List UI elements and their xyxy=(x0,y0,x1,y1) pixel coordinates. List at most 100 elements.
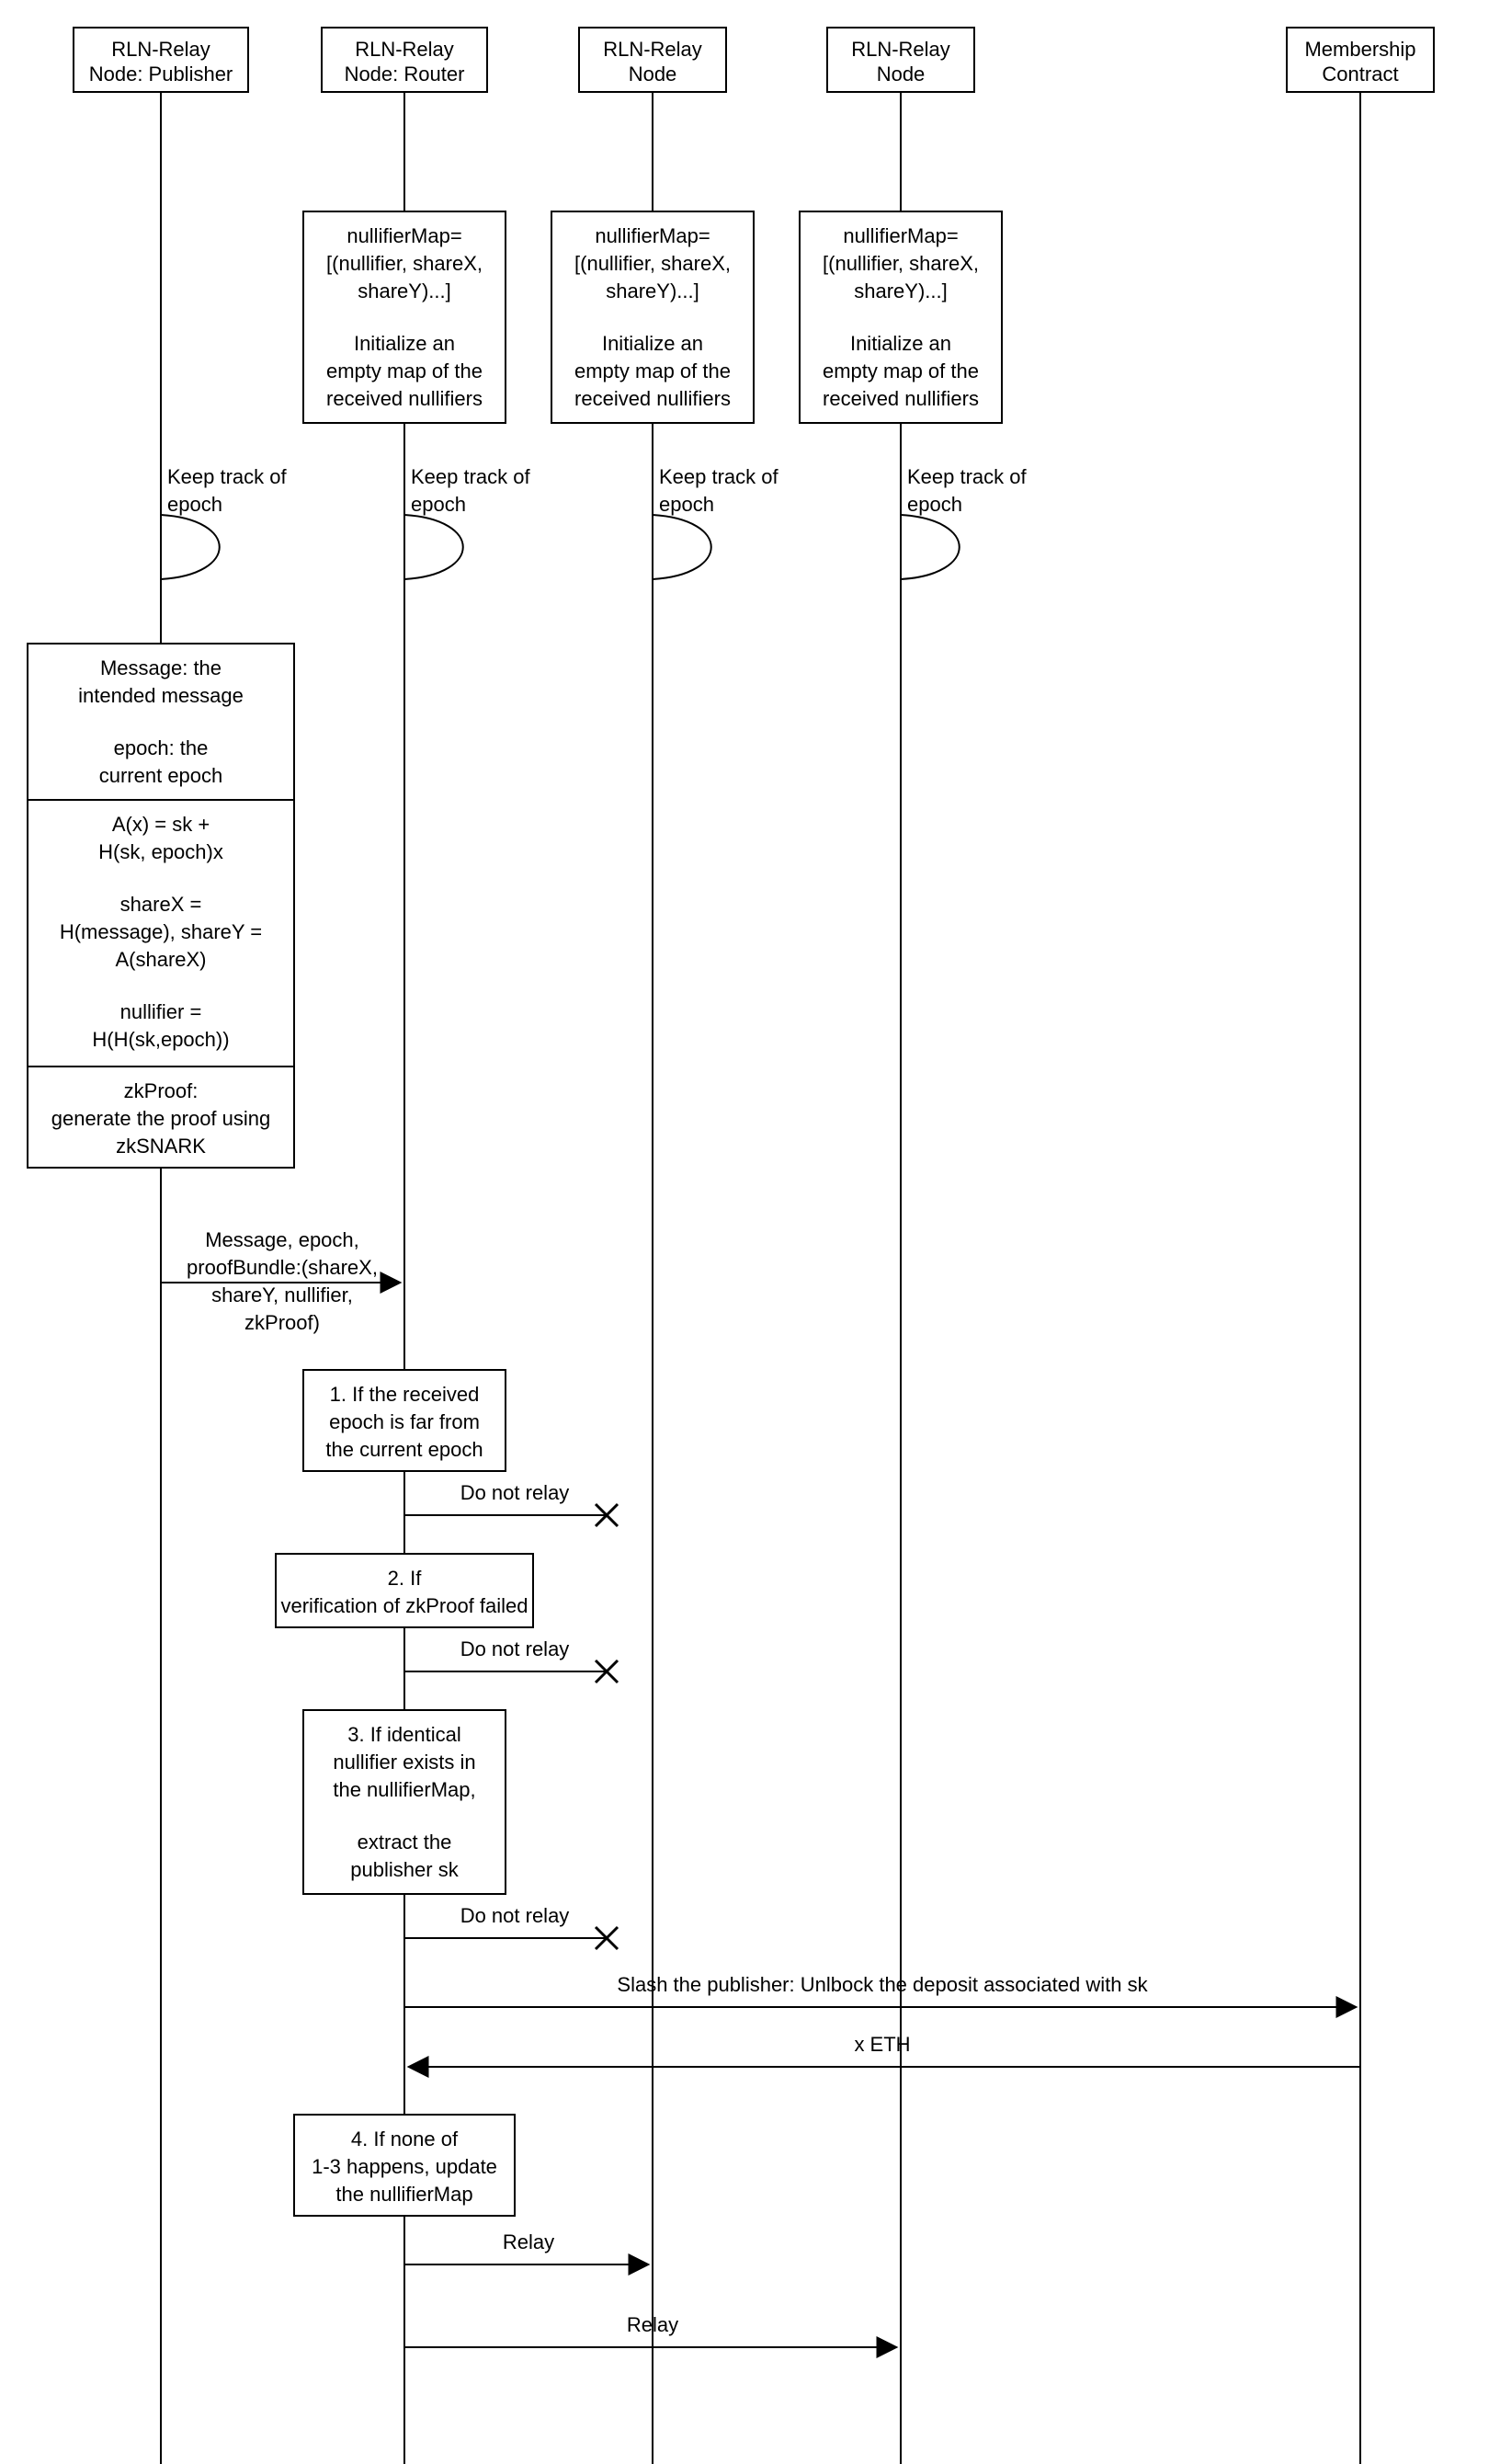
svg-text:extract the: extract the xyxy=(358,1831,452,1854)
actor-node3: RLN-Relay Node xyxy=(579,28,726,92)
svg-text:[(nullifier, shareX,: [(nullifier, shareX, xyxy=(823,252,979,275)
note-check1: 1. If the received epoch is far from the… xyxy=(303,1370,506,1471)
selfloop-publisher-epoch: Keep track of epoch xyxy=(161,465,288,625)
svg-text:1. If the received: 1. If the received xyxy=(330,1383,480,1406)
svg-text:the nullifierMap: the nullifierMap xyxy=(335,2183,472,2206)
note-initmap-router: nullifierMap= [(nullifier, shareX, share… xyxy=(303,211,506,423)
svg-text:epoch: epoch xyxy=(167,493,222,516)
svg-text:2. If: 2. If xyxy=(388,1567,423,1590)
actor-node4: RLN-Relay Node xyxy=(827,28,974,92)
svg-text:Initialize an: Initialize an xyxy=(850,332,951,355)
svg-text:Message: the: Message: the xyxy=(100,656,222,679)
note-check2: 2. If verification of zkProof failed xyxy=(276,1554,533,1627)
svg-text:Keep track of: Keep track of xyxy=(411,465,531,488)
svg-text:shareY)...]: shareY)...] xyxy=(606,279,699,302)
note-check3: 3. If identical nullifier exists in the … xyxy=(303,1710,506,1894)
svg-text:zkSNARK: zkSNARK xyxy=(116,1135,206,1158)
svg-text:Do not relay: Do not relay xyxy=(460,1904,570,1927)
actor-node4-l2: Node xyxy=(877,63,926,86)
msg-publisher-to-router: Message, epoch, proofBundle:(shareX, sha… xyxy=(161,1228,400,1334)
actor-router: RLN-Relay Node: Router xyxy=(322,28,487,92)
note-initmap-node4: nullifierMap= [(nullifier, shareX, share… xyxy=(800,211,1002,423)
svg-text:publisher sk: publisher sk xyxy=(350,1858,459,1881)
svg-text:the nullifierMap,: the nullifierMap, xyxy=(333,1778,475,1801)
svg-text:Relay: Relay xyxy=(627,2313,678,2336)
svg-text:4. If none of: 4. If none of xyxy=(351,2127,459,2150)
note-msg-epoch: Message: the intended message epoch: the… xyxy=(28,644,294,800)
svg-text:Initialize an: Initialize an xyxy=(354,332,455,355)
svg-text:epoch is far from: epoch is far from xyxy=(329,1410,480,1433)
svg-text:[(nullifier, shareX,: [(nullifier, shareX, xyxy=(326,252,483,275)
svg-text:Relay: Relay xyxy=(503,2230,554,2253)
svg-text:received nullifiers: received nullifiers xyxy=(326,387,483,410)
svg-text:zkProof): zkProof) xyxy=(244,1311,320,1334)
note-initmap-node3: nullifierMap= [(nullifier, shareX, share… xyxy=(551,211,754,423)
svg-text:empty map of the: empty map of the xyxy=(574,359,731,382)
actor-publisher-l1: RLN-Relay xyxy=(111,38,210,61)
svg-text:[(nullifier, shareX,: [(nullifier, shareX, xyxy=(574,252,731,275)
actor-router-l1: RLN-Relay xyxy=(355,38,454,61)
svg-text:H(message), shareY =: H(message), shareY = xyxy=(60,920,262,943)
selfloop-node4-epoch: Keep track of epoch xyxy=(901,465,1028,625)
actor-node4-l1: RLN-Relay xyxy=(851,38,950,61)
note-ax: A(x) = sk + H(sk, epoch)x shareX = H(mes… xyxy=(28,800,294,1067)
svg-text:verification of zkProof failed: verification of zkProof failed xyxy=(280,1594,528,1617)
svg-text:nullifier =: nullifier = xyxy=(120,1000,202,1023)
actor-node3-l2: Node xyxy=(629,63,677,86)
msg-relay-node4: Relay xyxy=(404,2313,896,2347)
svg-text:Slash the publisher: Unlbock t: Slash the publisher: Unlbock the deposit… xyxy=(617,1973,1148,1996)
actor-publisher-l2: Node: Publisher xyxy=(89,63,233,86)
msg-relay-node3: Relay xyxy=(404,2230,648,2264)
note-check4: 4. If none of 1-3 happens, update the nu… xyxy=(294,2115,515,2216)
svg-text:3. If identical: 3. If identical xyxy=(347,1723,461,1746)
svg-text:Keep track of: Keep track of xyxy=(167,465,288,488)
svg-text:empty map of the: empty map of the xyxy=(326,359,483,382)
selfloop-node3-epoch: Keep track of epoch xyxy=(653,465,779,625)
svg-text:epoch: epoch xyxy=(659,493,714,516)
svg-text:shareY)...]: shareY)...] xyxy=(854,279,947,302)
svg-text:shareY)...]: shareY)...] xyxy=(358,279,450,302)
svg-text:epoch: epoch xyxy=(411,493,466,516)
svg-text:nullifierMap=: nullifierMap= xyxy=(347,224,461,247)
svg-text:current epoch: current epoch xyxy=(99,764,223,787)
svg-text:the current epoch: the current epoch xyxy=(325,1438,483,1461)
svg-text:Do not relay: Do not relay xyxy=(460,1637,570,1660)
msg-slash: Slash the publisher: Unlbock the deposit… xyxy=(404,1973,1356,2007)
actor-contract-l2: Contract xyxy=(1322,63,1398,86)
msg-donotrelay-3: Do not relay xyxy=(404,1904,618,1949)
svg-text:nullifierMap=: nullifierMap= xyxy=(595,224,710,247)
svg-text:Initialize an: Initialize an xyxy=(602,332,703,355)
svg-text:Message, epoch,: Message, epoch, xyxy=(205,1228,359,1251)
svg-text:shareY, nullifier,: shareY, nullifier, xyxy=(211,1283,353,1306)
svg-text:A(shareX): A(shareX) xyxy=(115,948,206,971)
svg-text:nullifier exists in: nullifier exists in xyxy=(333,1751,475,1774)
svg-text:empty map of the: empty map of the xyxy=(823,359,979,382)
actor-contract: Membership Contract xyxy=(1287,28,1434,92)
svg-text:H(sk, epoch)x: H(sk, epoch)x xyxy=(98,840,223,863)
svg-text:H(H(sk,epoch)): H(H(sk,epoch)) xyxy=(92,1028,229,1051)
svg-text:Do not relay: Do not relay xyxy=(460,1481,570,1504)
selfloop-router-epoch: Keep track of epoch xyxy=(404,465,531,625)
msg-donotrelay-2: Do not relay xyxy=(404,1637,618,1683)
svg-text:generate the proof using: generate the proof using xyxy=(51,1107,271,1130)
actor-node3-l1: RLN-Relay xyxy=(603,38,702,61)
svg-text:intended message: intended message xyxy=(78,684,244,707)
svg-text:received nullifiers: received nullifiers xyxy=(823,387,979,410)
svg-text:proofBundle:(shareX,: proofBundle:(shareX, xyxy=(187,1256,378,1279)
actor-publisher: RLN-Relay Node: Publisher xyxy=(74,28,248,92)
svg-text:x ETH: x ETH xyxy=(854,2033,910,2056)
svg-text:A(x) = sk +: A(x) = sk + xyxy=(112,813,210,836)
actor-contract-l1: Membership xyxy=(1304,38,1415,61)
msg-donotrelay-1: Do not relay xyxy=(404,1481,618,1526)
svg-text:Keep track of: Keep track of xyxy=(907,465,1028,488)
svg-text:nullifierMap=: nullifierMap= xyxy=(843,224,958,247)
svg-text:1-3 happens, update: 1-3 happens, update xyxy=(312,2155,497,2178)
svg-text:Keep track of: Keep track of xyxy=(659,465,779,488)
actor-router-l2: Node: Router xyxy=(345,63,465,86)
svg-text:epoch: the: epoch: the xyxy=(114,736,209,759)
svg-text:epoch: epoch xyxy=(907,493,962,516)
svg-text:shareX =: shareX = xyxy=(120,893,202,916)
note-zk: zkProof: generate the proof using zkSNAR… xyxy=(28,1067,294,1168)
svg-text:zkProof:: zkProof: xyxy=(124,1079,199,1102)
svg-text:received nullifiers: received nullifiers xyxy=(574,387,731,410)
